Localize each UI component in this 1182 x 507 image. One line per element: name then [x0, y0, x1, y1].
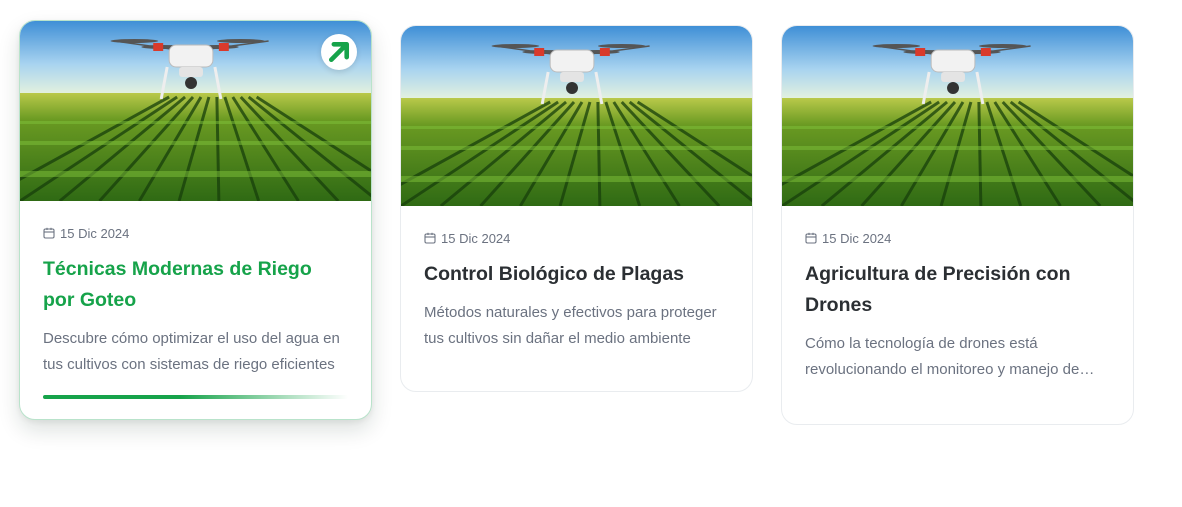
post-date: 15 Dic 2024 [424, 229, 729, 247]
card-excerpt: Métodos naturales y efectivos para prote… [424, 304, 717, 347]
card-image [782, 26, 1133, 206]
post-date: 15 Dic 2024 [43, 224, 348, 242]
calendar-icon [424, 232, 436, 244]
card-excerpt: Cómo la tecnología de drones está revolu… [805, 335, 1080, 378]
card-title[interactable]: Técnicas Modernas de Riego por Goteo [43, 254, 348, 316]
card-image [401, 26, 752, 206]
calendar-icon [805, 232, 817, 244]
drone-field-image [401, 26, 752, 206]
calendar-icon [43, 227, 55, 239]
drone-field-image [20, 21, 371, 201]
post-date-text: 15 Dic 2024 [60, 225, 130, 241]
post-date-text: 15 Dic 2024 [822, 230, 892, 246]
post-date: 15 Dic 2024 [805, 229, 1110, 247]
post-date-text: 15 Dic 2024 [441, 230, 511, 246]
drone-field-image [782, 26, 1133, 206]
card-title[interactable]: Agricultura de Precisión con Drones [805, 259, 1110, 321]
blog-card[interactable]: 15 Dic 2024 Control Biológico de Plagas … [400, 25, 753, 392]
open-article-button[interactable] [321, 34, 357, 70]
blog-card[interactable]: 15 Dic 2024 Agricultura de Precisión con… [781, 25, 1134, 425]
card-image [20, 21, 371, 201]
card-excerpt: Descubre cómo optimizar el uso del agua … [43, 330, 340, 373]
blog-card[interactable]: 15 Dic 2024 Técnicas Modernas de Riego p… [19, 20, 372, 420]
card-title[interactable]: Control Biológico de Plagas [424, 259, 729, 290]
blog-cards-grid: 15 Dic 2024 Técnicas Modernas de Riego p… [0, 0, 1182, 507]
arrow-up-right-icon [328, 41, 350, 63]
reading-progress-bar [43, 395, 348, 399]
